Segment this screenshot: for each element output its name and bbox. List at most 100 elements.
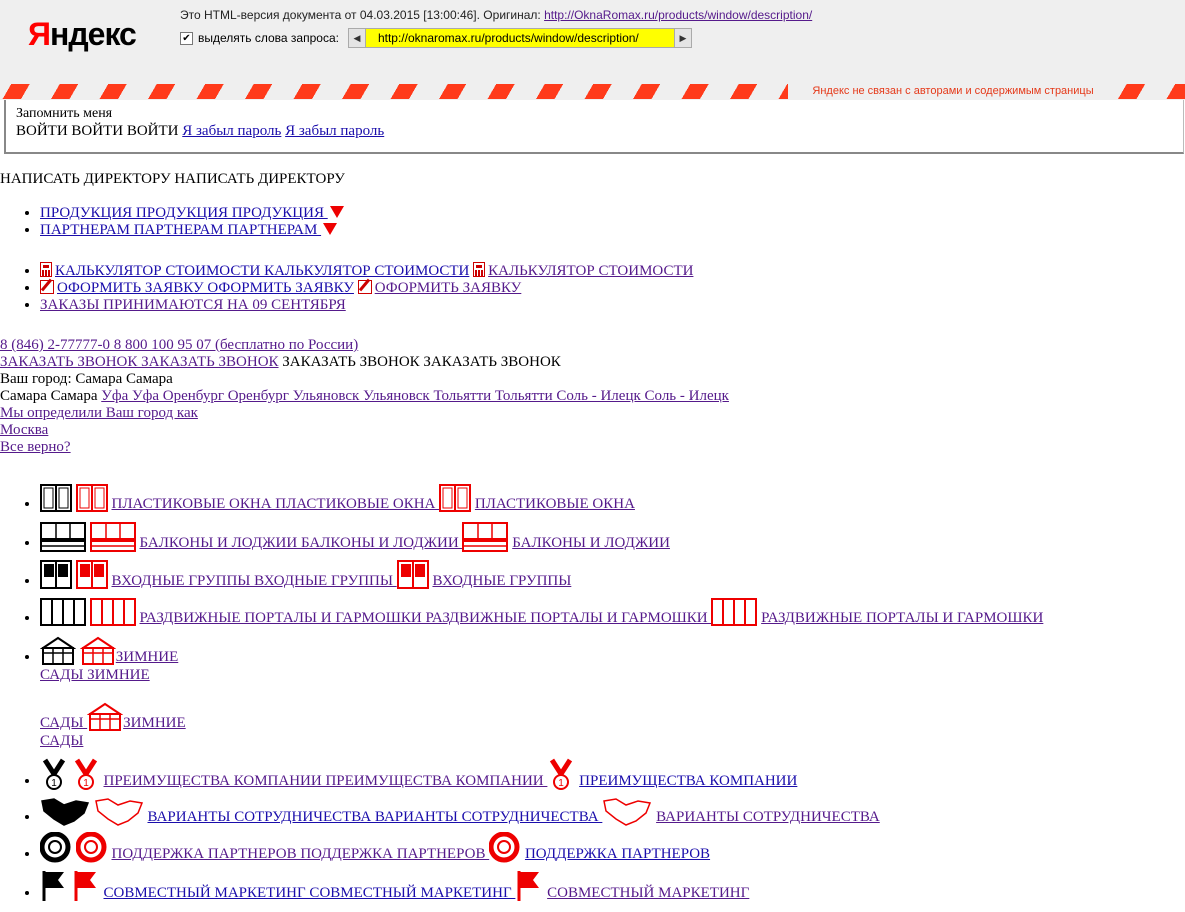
category-item-windows: ПЛАСТИКОВЫЕ ОКНА ПЛАСТИКОВЫЕ ОКНА ПЛАСТИ… [40,484,1043,522]
flag-icon[interactable] [40,869,68,902]
confirm-city-link[interactable]: Все верно? [0,439,71,455]
city-label: Ваш город: Самара Самара [0,371,173,387]
lifebuoy-icon[interactable] [76,832,108,863]
handshake-icon[interactable] [602,795,652,826]
orders-date-link[interactable]: ЗАКАЗЫ ПРИНИМАЮТСЯ НА 09 СЕНТЯБРЯ [40,297,346,313]
portals-link[interactable]: РАЗДВИЖНЫЕ ПОРТАЛЫ И ГАРМОШКИ РАЗДВИЖНЫЕ… [140,610,712,626]
login-button[interactable]: ВОЙТИ ВОЙТИ ВОЙТИ [16,123,179,139]
detected-city-link[interactable]: Мы определили Ваш город как [0,405,198,421]
entrance-door-icon[interactable] [40,560,72,590]
feature-item-cooperation: ВАРИАНТЫ СОТРУДНИЧЕСТВА ВАРИАНТЫ СОТРУДН… [40,795,880,832]
prev-arrow-icon[interactable]: ◀ [347,28,366,48]
lifebuoy-icon[interactable] [40,832,72,863]
gardens-link[interactable]: ЗИМНИЕ [123,715,186,731]
order-item: ОФОРМИТЬ ЗАЯВКУ ОФОРМИТЬ ЗАЯВКУ ОФОРМИТЬ… [40,280,693,297]
forgot-password-link[interactable]: Я забыл пароль [285,123,384,139]
current-city: Самара Самара [0,388,102,404]
forgot-password-link[interactable]: Я забыл пароль [182,123,281,139]
windows-link[interactable]: ПЛАСТИКОВЫЕ ОКНА [475,496,635,512]
medal-icon[interactable] [72,758,100,790]
cooperation-link[interactable]: ВАРИАНТЫ СОТРУДНИЧЕСТВА ВАРИАНТЫ СОТРУДН… [148,809,603,825]
medal-icon[interactable] [547,758,575,790]
dropdown-triangle-icon[interactable] [323,223,338,235]
flag-icon[interactable] [515,869,543,902]
entrance-door-icon[interactable] [396,560,429,590]
order-link[interactable]: ОФОРМИТЬ ЗАЯВКУ ОФОРМИТЬ ЗАЯВКУ [57,280,354,296]
products-link[interactable]: ПРОДУКЦИЯ ПРОДУКЦИЯ ПРОДУКЦИЯ [40,205,328,221]
query-word-navigator: ◀ http://oknaromax.ru/products/window/de… [347,28,692,48]
marketing-link[interactable]: СОВМЕСТНЫЙ МАРКЕТИНГ [547,885,749,901]
next-arrow-icon[interactable]: ▶ [673,28,692,48]
edit-icon[interactable] [40,280,54,294]
balcony-link[interactable]: БАЛКОНЫ И ЛОДЖИИ [512,535,670,551]
gardens-link[interactable]: САДЫ [40,715,87,731]
edit-icon[interactable] [357,280,372,294]
sliding-portal-icon[interactable] [711,598,758,627]
flag-icon[interactable] [72,869,100,902]
action-menu: КАЛЬКУЛЯТОР СТОИМОСТИ КАЛЬКУЛЯТОР СТОИМО… [0,262,693,314]
calculator-icon[interactable] [473,262,486,277]
callback-text: ЗАКАЗАТЬ ЗВОНОК ЗАКАЗАТЬ ЗВОНОК [278,354,561,370]
support-link[interactable]: ПОДДЕРЖКА ПАРТНЕРОВ ПОДДЕРЖКА ПАРТНЕРОВ [112,846,490,862]
yandex-logo[interactable]: Яндекс [28,14,137,54]
entrance-link[interactable]: ВХОДНЫЕ ГРУППЫ [432,573,571,589]
gardens-link[interactable]: САДЫ [40,733,83,749]
support-link[interactable]: ПОДДЕРЖКА ПАРТНЕРОВ [525,846,710,862]
balcony-link[interactable]: БАЛКОНЫ И ЛОДЖИИ БАЛКОНЫ И ЛОДЖИИ [140,535,463,551]
disclaimer-text: Яндекс не связан с авторами и содержимым… [788,84,1118,99]
winter-garden-icon[interactable] [40,636,76,666]
calculator-link[interactable]: КАЛЬКУЛЯТОР СТОИМОСТИ КАЛЬКУЛЯТОР СТОИМО… [55,263,469,279]
advantages-link[interactable]: ПРЕИМУЩЕСТВА КОМПАНИИ [579,773,797,789]
cooperation-link[interactable]: ВАРИАНТЫ СОТРУДНИЧЕСТВА [656,809,880,825]
winter-garden-icon[interactable] [87,702,123,732]
balcony-icon[interactable] [462,522,509,552]
phones-link[interactable]: 8 (846) 2-77777-0 8 800 100 95 07 (беспл… [0,337,358,353]
contacts-block: 8 (846) 2-77777-0 8 800 100 95 07 (беспл… [0,337,729,456]
order-link[interactable]: ОФОРМИТЬ ЗАЯВКУ [375,280,522,296]
gardens-link[interactable]: ЗИМНИЕ [116,649,179,665]
winter-garden-icon[interactable] [80,636,116,666]
balcony-icon[interactable] [40,522,86,552]
calc-item: КАЛЬКУЛЯТОР СТОИМОСТИ КАЛЬКУЛЯТОР СТОИМО… [40,262,693,280]
advantages-link[interactable]: ПРЕИМУЩЕСТВА КОМПАНИИ ПРЕИМУЩЕСТВА КОМПА… [104,773,548,789]
original-url-link[interactable]: http://OknaRomax.ru/products/window/desc… [544,8,812,22]
calculator-icon[interactable] [40,262,52,277]
calculator-link[interactable]: КАЛЬКУЛЯТОР СТОИМОСТИ [488,263,693,279]
yandex-cache-bar: Яндекс Это HTML-версия документа от 04.0… [0,0,1185,100]
portals-link[interactable]: РАЗДВИЖНЫЕ ПОРТАЛЫ И ГАРМОШКИ [761,610,1043,626]
write-director-text[interactable]: НАПИСАТЬ ДИРЕКТОРУ НАПИСАТЬ ДИРЕКТОРУ [0,171,345,188]
category-item-balcony: БАЛКОНЫ И ЛОДЖИИ БАЛКОНЫ И ЛОДЖИИ БАЛКОН… [40,522,1043,560]
handshake-icon[interactable] [94,795,144,826]
window-icon[interactable] [75,484,108,513]
marketing-link[interactable]: СОВМЕСТНЫЙ МАРКЕТИНГ СОВМЕСТНЫЙ МАРКЕТИН… [104,885,516,901]
window-icon[interactable] [439,484,472,513]
medal-icon[interactable] [40,758,68,790]
remember-me-label[interactable]: Запомнить меня [16,106,112,122]
highlight-label: выделять слова запроса: [198,31,339,45]
callback-link[interactable]: ЗАКАЗАТЬ ЗВОНОК ЗАКАЗАТЬ ЗВОНОК [0,354,279,370]
gardens-link[interactable]: САДЫ ЗИМНИЕ [40,667,150,683]
login-box: Запомнить меня ВОЙТИ ВОЙТИ ВОЙТИ Я забыл… [4,100,1184,154]
feature-item-support: ПОДДЕРЖКА ПАРТНЕРОВ ПОДДЕРЖКА ПАРТНЕРОВ … [40,832,880,869]
moscow-link[interactable]: Москва [0,422,48,438]
dropdown-triangle-icon[interactable] [329,206,344,218]
windows-link[interactable]: ПЛАСТИКОВЫЕ ОКНА ПЛАСТИКОВЫЕ ОКНА [112,496,440,512]
main-menu: ПРОДУКЦИЯ ПРОДУКЦИЯ ПРОДУКЦИЯ ПАРТНЕРАМ … [0,205,344,239]
entrance-door-icon[interactable] [75,560,108,590]
orders-date-item: ЗАКАЗЫ ПРИНИМАЮТСЯ НА 09 СЕНТЯБРЯ [40,297,693,314]
entrance-link[interactable]: ВХОДНЫЕ ГРУППЫ ВХОДНЫЕ ГРУППЫ [112,573,397,589]
sliding-portal-icon[interactable] [40,598,86,627]
cache-note: Это HTML-версия документа от 04.03.2015 … [180,8,812,22]
menu-item-partners: ПАРТНЕРАМ ПАРТНЕРАМ ПАРТНЕРАМ [40,222,344,239]
sliding-portal-icon[interactable] [89,598,136,627]
city-list[interactable]: Уфа Уфа Оренбург Оренбург Ульяновск Улья… [101,388,729,404]
feature-item-advantages: ПРЕИМУЩЕСТВА КОМПАНИИ ПРЕИМУЩЕСТВА КОМПА… [40,758,880,795]
category-item-entrance: ВХОДНЫЕ ГРУППЫ ВХОДНЫЕ ГРУППЫ ВХОДНЫЕ ГР… [40,560,1043,598]
balcony-icon[interactable] [89,522,136,552]
highlight-checkbox[interactable]: ✔ [180,31,193,45]
window-icon[interactable] [40,484,72,513]
handshake-icon[interactable] [40,795,90,826]
lifebuoy-icon[interactable] [489,832,521,863]
partners-link[interactable]: ПАРТНЕРАМ ПАРТНЕРАМ ПАРТНЕРАМ [40,222,321,238]
query-url-field[interactable]: http://oknaromax.ru/products/window/desc… [365,28,674,48]
